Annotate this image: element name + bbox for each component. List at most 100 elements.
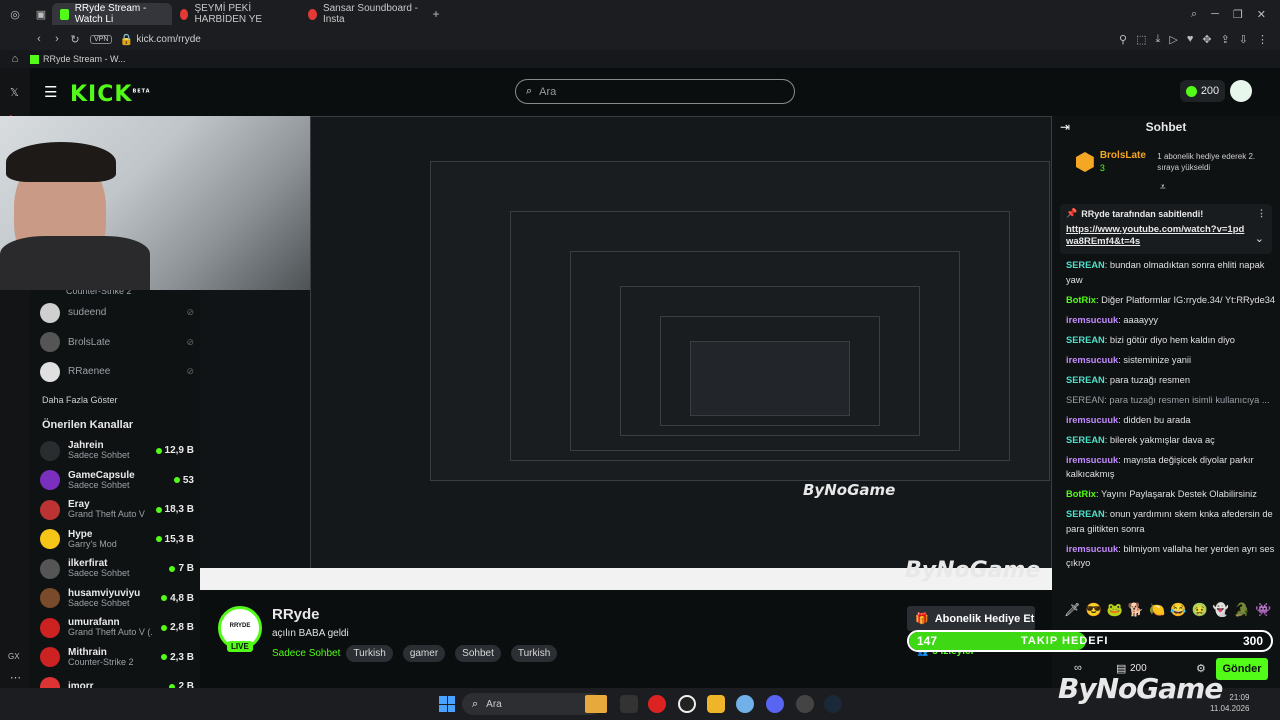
viewer-value: 12,9 B xyxy=(164,445,194,457)
chat-username[interactable]: iremsucuuk xyxy=(1066,355,1118,365)
chat-username[interactable]: SEREAN xyxy=(1066,260,1105,270)
media-icon[interactable] xyxy=(678,695,696,713)
emote-icon[interactable]: 😂 xyxy=(1170,602,1186,618)
download-icon[interactable]: ⤓ xyxy=(1155,33,1160,46)
obs-icon[interactable] xyxy=(796,695,814,713)
bookmark-rryde[interactable]: RRyde Stream - W... xyxy=(43,54,126,64)
chat-username[interactable]: BotRix xyxy=(1066,295,1096,305)
tab-rryde[interactable]: RRyde Stream - Watch Li xyxy=(52,3,172,25)
chat-username[interactable]: SEREAN xyxy=(1066,375,1105,385)
gift-sub-button[interactable]: 🎁 Abonelik Hediye Et xyxy=(907,606,1035,631)
kick-coins[interactable]: 200 xyxy=(1180,80,1225,102)
chevron-down-icon[interactable]: ⌄ xyxy=(1255,232,1264,245)
followed-channel[interactable]: sudeend ⊘ xyxy=(30,298,200,328)
workspaces-icon[interactable]: ⌂ xyxy=(0,53,30,65)
channel-name[interactable]: RRyde xyxy=(272,606,320,623)
forward-icon[interactable]: › xyxy=(48,33,66,45)
close-icon[interactable]: ✕ xyxy=(1257,8,1266,21)
search-icon[interactable]: ⌕ xyxy=(1191,8,1197,21)
chat-username[interactable]: SEREAN xyxy=(1066,435,1105,445)
hamburger-icon[interactable]: ☰ xyxy=(44,83,57,101)
chat-username[interactable]: SEREAN xyxy=(1066,509,1105,519)
emote-icon[interactable]: 🐸 xyxy=(1107,602,1123,618)
video-player[interactable]: ByNoGame ByNoGame xyxy=(200,116,1052,590)
recommended-channel[interactable]: umurafann Grand Theft Auto V (... 2,8 B xyxy=(30,613,200,643)
chat-username[interactable]: SEREAN xyxy=(1066,335,1105,345)
tag-turkish[interactable]: Turkish xyxy=(346,645,393,662)
category-link[interactable]: Sadece Sohbet xyxy=(272,648,340,659)
expand-icon[interactable]: ⩡ xyxy=(1160,182,1166,193)
url-field[interactable]: kick.com/rryde xyxy=(136,34,200,45)
minimize-icon[interactable]: ─ xyxy=(1211,8,1219,21)
opera-menu-icon[interactable]: ◎ xyxy=(0,8,30,21)
x-icon[interactable]: 𝕏 xyxy=(10,86,19,99)
crown-app-icon[interactable] xyxy=(585,695,607,713)
extensions-icon[interactable]: ✥ xyxy=(1202,33,1211,46)
tab-seymi[interactable]: ŞEYMİ PEKİ HARBİDEN YE xyxy=(172,3,300,25)
file-explorer-icon[interactable] xyxy=(707,695,725,713)
chat-message: iremsucuuk: mayısta değişicek diyolar pa… xyxy=(1066,453,1276,482)
recommended-channel[interactable]: Mithrain Counter-Strike 2 2,3 B xyxy=(30,643,200,673)
search-placeholder: Ara xyxy=(539,85,557,98)
emote-icon[interactable]: 😎 xyxy=(1086,602,1102,618)
snapshot-icon[interactable]: ⬚ xyxy=(1136,33,1146,46)
chat-username[interactable]: iremsucuuk xyxy=(1066,544,1118,554)
back-icon[interactable]: ‹ xyxy=(30,33,48,45)
tab-sansar[interactable]: Sansar Soundboard - Insta xyxy=(300,3,428,25)
pinned-menu-icon[interactable]: ⋮ xyxy=(1257,208,1266,219)
recommended-channel[interactable]: husamviyuviyu Sadece Sohbet 4,8 B xyxy=(30,584,200,614)
steam-icon[interactable] xyxy=(824,695,842,713)
emote-icon[interactable]: 👻 xyxy=(1213,602,1229,618)
chat-username[interactable]: iremsucuuk xyxy=(1066,415,1118,425)
address-bar: ‹ › ↻ VPN 🔒 kick.com/rryde ⚲ ⬚ ⤓ ▷ ♥ ✥ ⇪… xyxy=(0,28,1280,50)
vpn-badge[interactable]: VPN xyxy=(90,34,113,44)
search-input[interactable]: ⌕ Ara xyxy=(515,79,795,104)
tag-sohbet[interactable]: Sohbet xyxy=(455,645,501,662)
tabs-overview-icon[interactable]: ▣ xyxy=(30,8,52,21)
goal-current: 147 xyxy=(917,634,938,648)
emote-icon[interactable]: 🐕 xyxy=(1128,602,1144,618)
heart-icon[interactable]: ♥ xyxy=(1187,33,1194,46)
tag-turkish-2[interactable]: Turkish xyxy=(510,645,558,662)
task-view-icon[interactable] xyxy=(620,695,638,713)
more-icon[interactable]: ⋯ xyxy=(10,671,21,684)
opera-icon[interactable] xyxy=(648,695,666,713)
taskbar-search[interactable]: ⌕ Ara xyxy=(462,693,602,715)
recommended-channel[interactable]: Eray Grand Theft Auto V ... 18,3 B xyxy=(30,495,200,525)
restore-icon[interactable]: ❐ xyxy=(1233,8,1243,21)
play-icon[interactable]: ▷ xyxy=(1169,33,1177,46)
chat-username[interactable]: BotRix xyxy=(1066,489,1096,499)
followed-channel[interactable]: RRaenee ⊘ xyxy=(30,357,200,387)
emote-icon[interactable]: 🗡 xyxy=(1064,602,1081,618)
pinned-link[interactable]: https://www.youtube.com/watch?v=1pdwa8RE… xyxy=(1066,224,1246,248)
kick-logo[interactable]: KICKBETA xyxy=(70,82,151,107)
recommended-channel[interactable]: ilkerfirat Sadece Sohbet 7 B xyxy=(30,554,200,584)
emote-icon[interactable]: 🍋 xyxy=(1149,602,1165,618)
start-icon[interactable] xyxy=(439,696,455,712)
pin-icon[interactable]: ⚲ xyxy=(1119,33,1127,46)
send-button[interactable]: Gönder xyxy=(1216,658,1268,680)
user-avatar[interactable] xyxy=(1230,80,1252,102)
recommended-channel[interactable]: Hype Garry's Mod 15,3 B xyxy=(30,525,200,555)
emote-icon[interactable]: 🤢 xyxy=(1191,602,1207,618)
chat-message: BotRix: Diğer Platformlar IG:rryde.34/ Y… xyxy=(1066,293,1276,308)
recommended-channel[interactable]: GameCapsule Sadece Sohbet 53 xyxy=(30,466,200,496)
chat-username[interactable]: iremsucuuk xyxy=(1066,315,1118,325)
recommended-channel[interactable]: Jahrein Sadece Sohbet 12,9 B xyxy=(30,436,200,466)
tag-gamer[interactable]: gamer xyxy=(402,645,446,662)
gift-user-block: BrolsLate 3 xyxy=(1100,150,1151,174)
downloads-icon[interactable]: ⇩ xyxy=(1239,33,1248,46)
chat-username[interactable]: iremsucuuk xyxy=(1066,455,1118,465)
recommended-channel[interactable]: imorr 2 B xyxy=(30,672,200,688)
show-more-link[interactable]: Daha Fazla Göster xyxy=(42,395,118,405)
emote-icon[interactable]: 👾 xyxy=(1255,602,1271,618)
new-tab-button[interactable]: + xyxy=(428,7,444,21)
gx-label[interactable]: GX xyxy=(8,652,20,661)
app-gear-icon[interactable] xyxy=(736,695,754,713)
discord-icon[interactable] xyxy=(766,695,784,713)
followed-channel[interactable]: BrolsLate ⊘ xyxy=(30,328,200,358)
emote-icon[interactable]: 🐊 xyxy=(1234,602,1250,618)
reload-icon[interactable]: ↻ xyxy=(66,33,84,46)
menu-icon[interactable]: ⋮ xyxy=(1257,33,1268,46)
share-icon[interactable]: ⇪ xyxy=(1221,33,1230,46)
